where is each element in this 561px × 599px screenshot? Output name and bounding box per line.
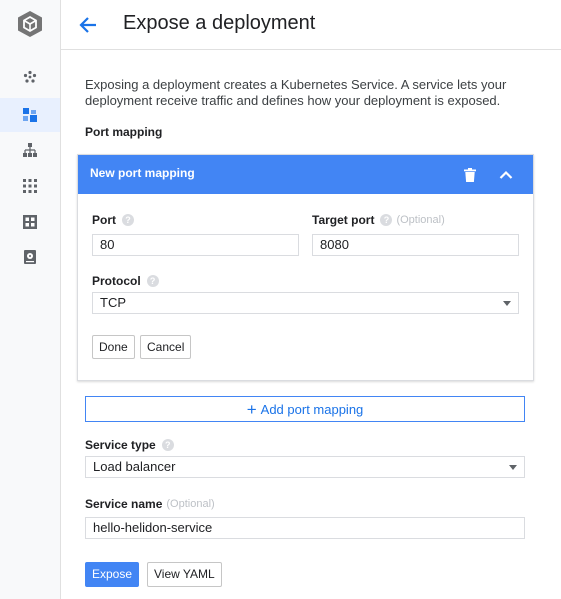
cluster-nodes-icon bbox=[23, 70, 37, 83]
done-button[interactable]: Done bbox=[92, 335, 135, 359]
target-port-label-text: Target port bbox=[312, 213, 375, 227]
view-yaml-button[interactable]: View YAML bbox=[147, 562, 222, 587]
cancel-button[interactable]: Cancel bbox=[140, 335, 192, 359]
page-title: Expose a deployment bbox=[123, 12, 316, 34]
help-icon[interactable]: ? bbox=[146, 275, 159, 287]
protocol-label-text: Protocol bbox=[92, 274, 141, 288]
cube-logo-icon bbox=[18, 11, 42, 37]
expose-button[interactable]: Expose bbox=[85, 562, 140, 587]
intro-description: Exposing a deployment creates a Kubernet… bbox=[85, 77, 507, 108]
page-header: Expose a deployment bbox=[61, 0, 561, 50]
services-tree-icon bbox=[23, 143, 37, 157]
help-icon[interactable]: ? bbox=[161, 439, 174, 451]
delete-port-mapping-button[interactable] bbox=[458, 163, 482, 187]
sidebar-item-storage[interactable] bbox=[0, 240, 60, 274]
dropdown-caret-icon bbox=[509, 465, 517, 470]
sidebar-item-services[interactable] bbox=[0, 133, 60, 167]
port-mapping-card: New port mapping Port ? 80 Target port ?… bbox=[77, 154, 534, 381]
left-nav-rail bbox=[0, 0, 61, 599]
add-port-mapping-button[interactable]: + Add port mapping bbox=[85, 396, 525, 422]
collapse-button[interactable] bbox=[494, 163, 518, 187]
service-type-select-value: Load balancer bbox=[93, 459, 176, 474]
optional-hint: (Optional) bbox=[166, 498, 215, 510]
service-type-label-text: Service type bbox=[85, 438, 156, 452]
port-mapping-card-title: New port mapping bbox=[90, 166, 195, 180]
app-logo[interactable] bbox=[0, 0, 60, 48]
storage-icon bbox=[24, 250, 36, 264]
chevron-up-icon bbox=[499, 170, 513, 179]
service-name-label-text: Service name bbox=[85, 497, 163, 511]
workloads-icon bbox=[23, 108, 37, 122]
sidebar-item-clusters[interactable] bbox=[0, 60, 60, 94]
sidebar-item-config[interactable] bbox=[0, 205, 60, 239]
service-name-input[interactable]: hello-helidon-service bbox=[85, 517, 525, 539]
dropdown-caret-icon bbox=[503, 301, 511, 306]
port-label-text: Port bbox=[92, 213, 116, 227]
protocol-select[interactable]: TCP bbox=[92, 292, 519, 314]
sidebar-item-workloads[interactable] bbox=[0, 98, 60, 132]
trash-icon bbox=[464, 168, 476, 182]
add-port-mapping-label: Add port mapping bbox=[260, 401, 364, 417]
port-mapping-section-label: Port mapping bbox=[85, 125, 163, 139]
arrow-back-icon bbox=[79, 17, 96, 33]
service-type-select[interactable]: Load balancer bbox=[85, 456, 525, 478]
protocol-select-value: TCP bbox=[100, 295, 126, 310]
service-type-label: Service type ? bbox=[85, 438, 174, 452]
config-icon bbox=[23, 215, 37, 229]
apps-grid-icon bbox=[23, 179, 37, 193]
sidebar-item-apps[interactable] bbox=[0, 169, 60, 203]
back-button[interactable] bbox=[75, 12, 101, 38]
target-port-input[interactable]: 8080 bbox=[312, 234, 519, 256]
port-label: Port ? bbox=[92, 213, 134, 227]
optional-hint: (Optional) bbox=[396, 214, 445, 226]
plus-icon: + bbox=[246, 399, 257, 419]
protocol-label: Protocol ? bbox=[92, 274, 159, 288]
service-name-label: Service name (Optional) bbox=[85, 497, 215, 511]
help-icon[interactable]: ? bbox=[380, 214, 393, 226]
help-icon[interactable]: ? bbox=[122, 214, 134, 226]
port-input[interactable]: 80 bbox=[92, 234, 299, 256]
port-mapping-card-header[interactable]: New port mapping bbox=[78, 155, 533, 194]
target-port-label: Target port ? (Optional) bbox=[312, 213, 445, 227]
